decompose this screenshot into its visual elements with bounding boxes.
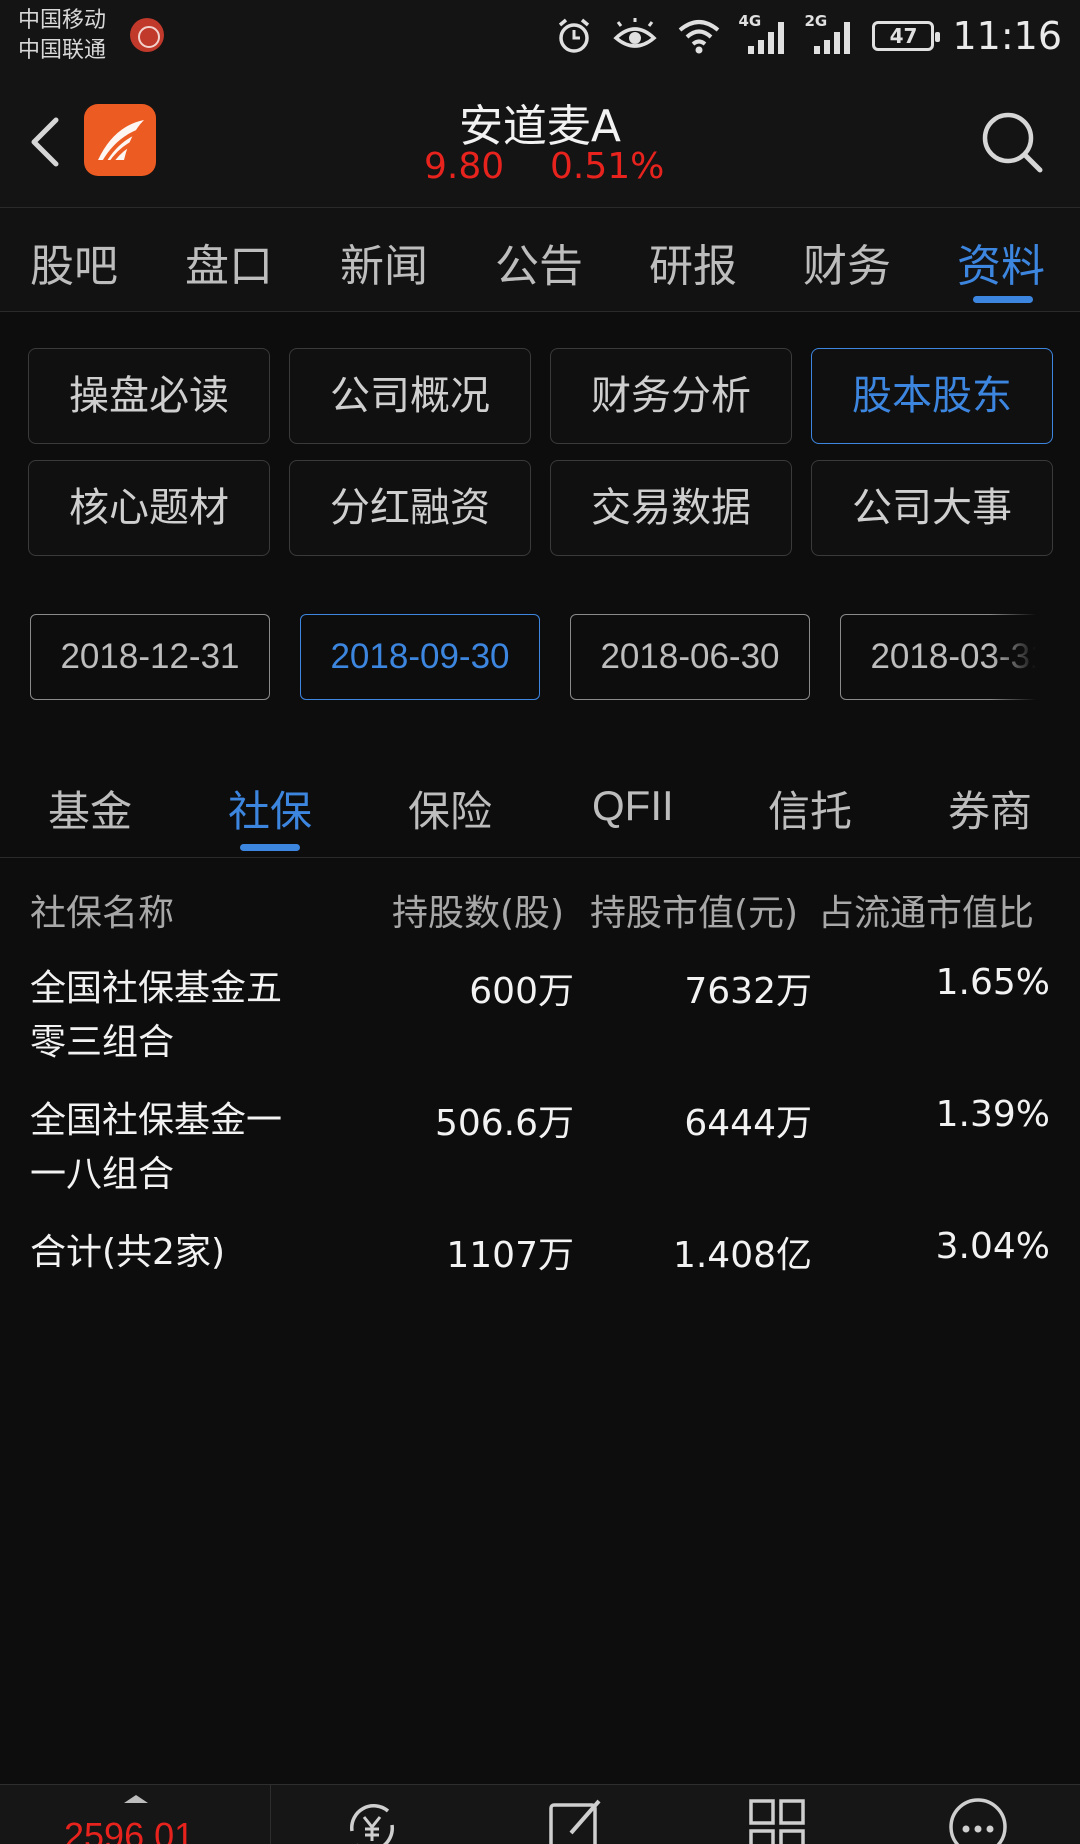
holder-name: 全国社保基金一一八组合	[30, 1100, 283, 1195]
stock-change-percent: 0.51%	[550, 146, 665, 187]
clock: 11:16	[952, 14, 1062, 58]
tab-profile[interactable]: 资料	[957, 230, 1045, 294]
status-icons: 4G 2G 47 11:16	[554, 10, 1062, 62]
eye-icon	[613, 18, 658, 48]
total-shares: 1107万	[446, 1235, 574, 1276]
section-financial-analysis[interactable]: 财务分析	[550, 348, 792, 444]
more-options-icon[interactable]	[946, 1795, 1010, 1844]
stock-header: 安道麦A 9.80 0.51%	[0, 72, 1080, 208]
tab-finance[interactable]: 财务	[803, 230, 891, 294]
subtab-brokers[interactable]: 券商	[948, 778, 1032, 839]
total-float-ratio: 3.04%	[935, 1226, 1050, 1267]
tab-pankou[interactable]: 盘口	[185, 230, 273, 294]
network-4g-label: 4G	[738, 12, 762, 30]
trade-yuan-icon[interactable]	[340, 1795, 404, 1844]
carrier-info: 中国移动 中国联通	[18, 6, 106, 66]
edit-note-icon[interactable]	[545, 1795, 609, 1844]
bottom-toolbar: 2596.01	[0, 1784, 1080, 1844]
date-chip-selected[interactable]: 2018-09-30	[300, 614, 540, 700]
toolbar-divider	[270, 1785, 271, 1844]
signal-4g-icon: 4G	[738, 12, 788, 56]
wifi-icon	[679, 20, 720, 54]
total-market-value: 1.408亿	[672, 1235, 812, 1276]
tab-research[interactable]: 研报	[649, 230, 737, 294]
signal-2g-icon: 2G	[804, 12, 854, 56]
column-header-market-value: 持股市值(元)	[590, 893, 799, 934]
holder-market-value: 7632万	[684, 971, 812, 1012]
carrier-2: 中国联通	[18, 38, 107, 63]
subtab-insurance[interactable]: 保险	[408, 778, 492, 839]
date-chip[interactable]: 2018-12-31	[30, 614, 270, 700]
section-shareholders[interactable]: 股本股东	[811, 348, 1053, 444]
status-bar: 中国移动 中国联通 4G 2G 47 11:16	[0, 0, 1080, 72]
date-chip[interactable]: 2018-06-30	[570, 614, 810, 700]
column-header-float-ratio: 占流通市值比	[818, 893, 1035, 934]
market-index-value: 2596.01	[64, 1815, 195, 1844]
tab-news[interactable]: 新闻	[340, 230, 428, 294]
subtab-social-security[interactable]: 社保	[228, 778, 312, 839]
section-company-events[interactable]: 公司大事	[811, 460, 1053, 556]
expand-up-icon	[124, 1795, 148, 1803]
subtab-funds[interactable]: 基金	[48, 778, 132, 839]
section-core-themes[interactable]: 核心题材	[28, 460, 270, 556]
holder-type-tabs: 基金 社保 保险 QFII 信托 券商	[0, 766, 1080, 858]
holder-name: 全国社保基金五零三组合	[30, 968, 283, 1063]
subtab-indicator	[240, 844, 300, 851]
main-tab-bar: 股吧 盘口 新闻 公告 研报 财务 资料	[0, 208, 1080, 312]
battery-icon: 47	[872, 21, 941, 51]
section-trading-must-read[interactable]: 操盘必读	[28, 348, 270, 444]
holder-float-ratio: 1.39%	[935, 1094, 1050, 1135]
alarm-icon	[559, 18, 590, 53]
subtab-trusts[interactable]: 信托	[768, 778, 852, 839]
search-icon[interactable]	[978, 108, 1046, 176]
tab-announcements[interactable]: 公告	[495, 230, 583, 294]
grid-menu-icon[interactable]	[745, 1795, 809, 1844]
section-company-overview[interactable]: 公司概况	[289, 348, 531, 444]
network-2g-label: 2G	[804, 12, 828, 30]
column-header-shares: 持股数(股)	[392, 893, 565, 934]
column-header-name: 社保名称	[30, 893, 175, 934]
section-trading-data[interactable]: 交易数据	[550, 460, 792, 556]
tab-guba[interactable]: 股吧	[30, 230, 118, 294]
holder-float-ratio: 1.65%	[935, 962, 1050, 1003]
subtab-qfii[interactable]: QFII	[592, 782, 674, 830]
carrier-1: 中国移动	[18, 8, 107, 33]
holder-shares: 506.6万	[434, 1103, 574, 1144]
section-dividends-financing[interactable]: 分红融资	[289, 460, 531, 556]
scroll-fade	[990, 614, 1036, 704]
main-tab-indicator	[973, 296, 1033, 303]
stock-name: 安道麦A	[458, 101, 622, 152]
holder-market-value: 6444万	[684, 1103, 812, 1144]
report-date-selector: 2018-12-31 2018-09-30 2018-06-30 2018-03…	[0, 614, 1036, 704]
notification-app-icon	[130, 18, 164, 52]
holder-shares: 600万	[469, 971, 574, 1012]
stock-price: 9.80	[424, 146, 505, 187]
total-label: 合计(共2家)	[30, 1232, 225, 1273]
